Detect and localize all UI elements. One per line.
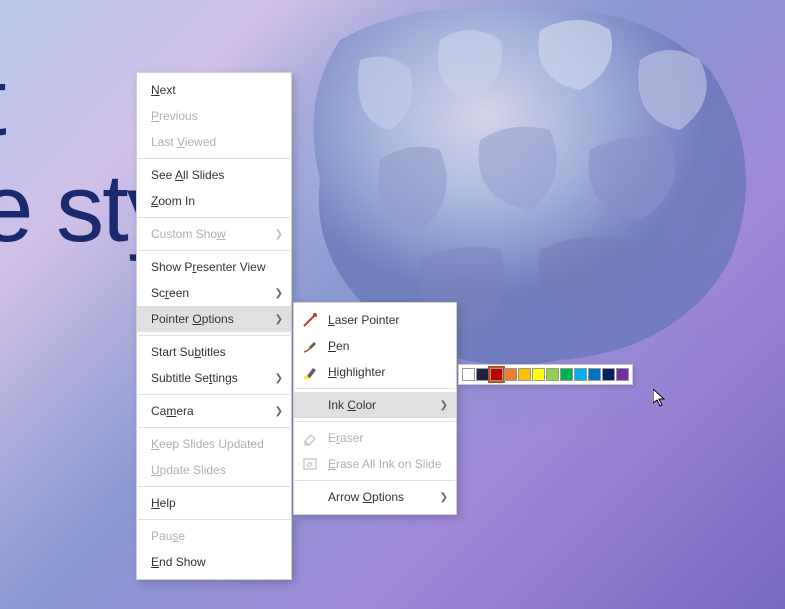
menu-item-pen[interactable]: Pen <box>294 333 456 359</box>
color-swatch[interactable] <box>588 368 601 381</box>
color-swatch[interactable] <box>574 368 587 381</box>
menu-item-last-viewed: Last Viewed <box>137 129 291 155</box>
menu-item-label: Custom Show <box>151 227 226 241</box>
menu-separator <box>138 519 290 520</box>
menu-item-label: Keep Slides Updated <box>151 437 264 451</box>
menu-item-label: Ink Color <box>328 398 376 412</box>
color-swatch[interactable] <box>560 368 573 381</box>
color-swatch[interactable] <box>462 368 475 381</box>
menu-item-label: Camera <box>151 404 194 418</box>
blank-icon <box>302 397 318 413</box>
menu-item-label: Subtitle Settings <box>151 371 238 385</box>
menu-item-label: Eraser <box>328 431 363 445</box>
color-swatch[interactable] <box>490 368 503 381</box>
menu-separator <box>295 480 455 481</box>
color-swatch[interactable] <box>518 368 531 381</box>
menu-item-pointer-options[interactable]: Pointer Options ❯ <box>137 306 291 332</box>
color-swatch[interactable] <box>504 368 517 381</box>
menu-item-laser-pointer[interactable]: Laser Pointer <box>294 307 456 333</box>
chevron-right-icon: ❯ <box>275 288 283 299</box>
menu-item-custom-show: Custom Show ❯ <box>137 221 291 247</box>
menu-separator <box>138 335 290 336</box>
menu-item-label: Help <box>151 496 176 510</box>
menu-item-help[interactable]: Help <box>137 490 291 516</box>
menu-item-start-subtitles[interactable]: Start Subtitles <box>137 339 291 365</box>
menu-item-highlighter[interactable]: Highlighter <box>294 359 456 385</box>
menu-item-end-show[interactable]: End Show <box>137 549 291 575</box>
highlighter-icon <box>302 364 318 380</box>
menu-item-show-presenter-view[interactable]: Show Presenter View <box>137 254 291 280</box>
chevron-right-icon: ❯ <box>275 229 283 240</box>
menu-item-previous: Previous <box>137 103 291 129</box>
color-swatch[interactable] <box>602 368 615 381</box>
menu-separator <box>138 394 290 395</box>
menu-item-label: Previous <box>151 109 198 123</box>
color-swatch[interactable] <box>532 368 545 381</box>
menu-item-subtitle-settings[interactable]: Subtitle Settings ❯ <box>137 365 291 391</box>
color-swatch[interactable] <box>476 368 489 381</box>
menu-separator <box>138 217 290 218</box>
blank-icon <box>302 489 318 505</box>
menu-item-label: Laser Pointer <box>328 313 399 327</box>
laser-icon <box>302 312 318 328</box>
menu-item-label: Pointer Options <box>151 312 234 326</box>
erase-all-icon <box>302 456 318 472</box>
chevron-right-icon: ❯ <box>275 373 283 384</box>
menu-separator <box>138 158 290 159</box>
menu-item-arrow-options[interactable]: Arrow Options ❯ <box>294 484 456 510</box>
chevron-right-icon: ❯ <box>275 406 283 417</box>
menu-separator <box>295 421 455 422</box>
ink-color-palette <box>458 364 633 385</box>
menu-item-label: Screen <box>151 286 189 300</box>
menu-item-update-slides: Update Slides <box>137 457 291 483</box>
eraser-icon <box>302 430 318 446</box>
color-swatch[interactable] <box>546 368 559 381</box>
pointer-options-submenu: Laser Pointer Pen Highlighter Ink Color ❯ Era… <box>293 302 457 515</box>
chevron-right-icon: ❯ <box>440 492 448 503</box>
pen-icon <box>302 338 318 354</box>
menu-item-erase-all-ink-on-slide: Erase All Ink on Slide <box>294 451 456 477</box>
menu-item-label: Erase All Ink on Slide <box>328 457 441 471</box>
menu-separator <box>138 427 290 428</box>
menu-separator <box>138 250 290 251</box>
menu-item-label: Zoom In <box>151 194 195 208</box>
menu-item-label: Pause <box>151 529 185 543</box>
menu-item-next[interactable]: Next <box>137 77 291 103</box>
menu-item-label: Highlighter <box>328 365 385 379</box>
chevron-right-icon: ❯ <box>275 314 283 325</box>
menu-item-camera[interactable]: Camera ❯ <box>137 398 291 424</box>
menu-item-label: Last Viewed <box>151 135 216 149</box>
menu-item-zoom-in[interactable]: Zoom In <box>137 188 291 214</box>
menu-item-ink-color[interactable]: Ink Color ❯ <box>294 392 456 418</box>
menu-item-label: Pen <box>328 339 349 353</box>
menu-separator <box>295 388 455 389</box>
menu-separator <box>138 486 290 487</box>
chevron-right-icon: ❯ <box>440 400 448 411</box>
menu-item-label: Show Presenter View <box>151 260 266 274</box>
menu-item-see-all-slides[interactable]: See All Slides <box>137 162 291 188</box>
color-swatch[interactable] <box>616 368 629 381</box>
menu-item-label: End Show <box>151 555 206 569</box>
menu-item-eraser: Eraser <box>294 425 456 451</box>
menu-item-pause: Pause <box>137 523 291 549</box>
menu-item-label: See All Slides <box>151 168 224 182</box>
menu-item-label: Update Slides <box>151 463 226 477</box>
menu-item-keep-slides-updated: Keep Slides Updated <box>137 431 291 457</box>
slideshow-context-menu: Next Previous Last Viewed See All Slides Zoo… <box>136 72 292 580</box>
mouse-cursor <box>653 389 669 414</box>
menu-item-label: Next <box>151 83 176 97</box>
menu-item-label: Arrow Options <box>328 490 404 504</box>
menu-item-screen[interactable]: Screen ❯ <box>137 280 291 306</box>
menu-item-label: Start Subtitles <box>151 345 226 359</box>
